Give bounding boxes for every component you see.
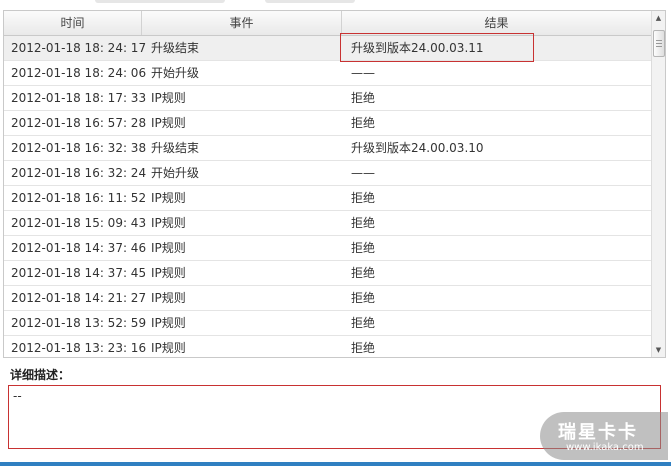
- row-time: 2012-01-18 16: 32: 24: [11, 166, 147, 180]
- table-row[interactable]: 2012-01-18 18: 24: 06 开始升级 ——: [4, 61, 651, 86]
- row-result: 拒绝: [351, 291, 376, 305]
- scroll-down-icon[interactable]: ▼: [652, 344, 665, 356]
- row-result: 拒绝: [351, 341, 376, 355]
- row-time: 2012-01-18 18: 17: 33: [11, 91, 147, 105]
- row-result: ——: [351, 66, 375, 80]
- row-event: 开始升级: [151, 66, 200, 80]
- row-result: ——: [351, 166, 375, 180]
- row-result: 拒绝: [351, 266, 376, 280]
- table-row[interactable]: 2012-01-18 13: 52: 59 IP规则 拒绝: [4, 311, 651, 336]
- top-tab-strip[interactable]: [265, 0, 355, 3]
- row-time: 2012-01-18 18: 24: 06: [11, 66, 147, 80]
- row-result: 拒绝: [351, 316, 376, 330]
- row-time: 2012-01-18 15: 09: 43: [11, 216, 147, 230]
- table-row[interactable]: 2012-01-18 15: 09: 43 IP规则 拒绝: [4, 211, 651, 236]
- table-row[interactable]: 2012-01-18 16: 11: 52 IP规则 拒绝: [4, 186, 651, 211]
- row-time: 2012-01-18 14: 21: 27: [11, 291, 147, 305]
- detail-label: 详细描述：: [10, 368, 71, 382]
- column-header-event[interactable]: 事件: [142, 11, 342, 35]
- row-time: 2012-01-18 18: 24: 17: [11, 41, 147, 55]
- table-row[interactable]: 2012-01-18 14: 37: 45 IP规则 拒绝: [4, 261, 651, 286]
- grip-line: [656, 40, 662, 41]
- grip-line: [656, 46, 662, 47]
- row-time: 2012-01-18 16: 32: 38: [11, 141, 147, 155]
- row-event: 开始升级: [151, 166, 200, 180]
- table-header: 时间 事件 结果: [4, 11, 651, 36]
- grip-line: [656, 43, 662, 44]
- table-row[interactable]: 2012-01-18 14: 21: 27 IP规则 拒绝: [4, 286, 651, 311]
- row-event: 升级结束: [151, 141, 200, 155]
- row-result: 拒绝: [351, 241, 376, 255]
- row-event: IP规则: [151, 291, 186, 305]
- top-tab-strip[interactable]: [95, 0, 225, 3]
- row-time: 2012-01-18 13: 52: 59: [11, 316, 147, 330]
- table-row[interactable]: 2012-01-18 18: 24: 17 升级结束 升级到版本24.00.03.1…: [4, 36, 651, 61]
- row-time: 2012-01-18 14: 37: 45: [11, 266, 147, 280]
- scroll-up-icon[interactable]: ▲: [652, 12, 665, 24]
- row-time: 2012-01-18 13: 23: 16: [11, 341, 147, 355]
- scroll-thumb[interactable]: [653, 30, 665, 57]
- row-event: IP规则: [151, 316, 186, 330]
- row-result: 升级到版本24.00.03.11: [351, 41, 484, 55]
- table-row[interactable]: 2012-01-18 18: 17: 33 IP规则 拒绝: [4, 86, 651, 111]
- watermark-url: www.ikaka.com: [566, 442, 644, 453]
- table-row[interactable]: 2012-01-18 16: 32: 24 开始升级 ——: [4, 161, 651, 186]
- log-table: 时间 事件 结果 2012-01-18 18: 24: 17 升级结束 升级到版本2…: [3, 10, 666, 358]
- row-time: 2012-01-18 16: 11: 52: [11, 191, 147, 205]
- table-row[interactable]: 2012-01-18 16: 57: 28 IP规则 拒绝: [4, 111, 651, 136]
- row-result: 拒绝: [351, 116, 376, 130]
- row-result: 拒绝: [351, 216, 376, 230]
- row-event: IP规则: [151, 241, 186, 255]
- table-row[interactable]: 2012-01-18 13: 23: 16 IP规则 拒绝: [4, 336, 651, 357]
- row-result: 升级到版本24.00.03.10: [351, 141, 484, 155]
- row-event: IP规则: [151, 266, 186, 280]
- row-event: IP规则: [151, 191, 186, 205]
- watermark-text: 瑞星卡卡: [558, 422, 638, 443]
- row-event: 升级结束: [151, 41, 200, 55]
- row-event: IP规则: [151, 116, 186, 130]
- row-time: 2012-01-18 16: 57: 28: [11, 116, 147, 130]
- bottom-accent-bar: [0, 462, 671, 466]
- vertical-scrollbar[interactable]: ▲ ▼: [651, 11, 665, 357]
- column-header-result[interactable]: 结果: [342, 11, 651, 35]
- column-header-time[interactable]: 时间: [4, 11, 142, 35]
- table-row[interactable]: 2012-01-18 16: 32: 38 升级结束 升级到版本24.00.03.1…: [4, 136, 651, 161]
- watermark-logo: 瑞星卡卡 www.ikaka.com: [540, 412, 668, 460]
- row-event: IP规则: [151, 216, 186, 230]
- row-result: 拒绝: [351, 91, 376, 105]
- table-row[interactable]: 2012-01-18 14: 37: 46 IP规则 拒绝: [4, 236, 651, 261]
- row-event: IP规则: [151, 91, 186, 105]
- table-body: 2012-01-18 18: 24: 17 升级结束 升级到版本24.00.03.1…: [4, 36, 651, 357]
- row-result: 拒绝: [351, 191, 376, 205]
- row-event: IP规则: [151, 341, 186, 355]
- row-time: 2012-01-18 14: 37: 46: [11, 241, 147, 255]
- top-tabs: [0, 0, 671, 6]
